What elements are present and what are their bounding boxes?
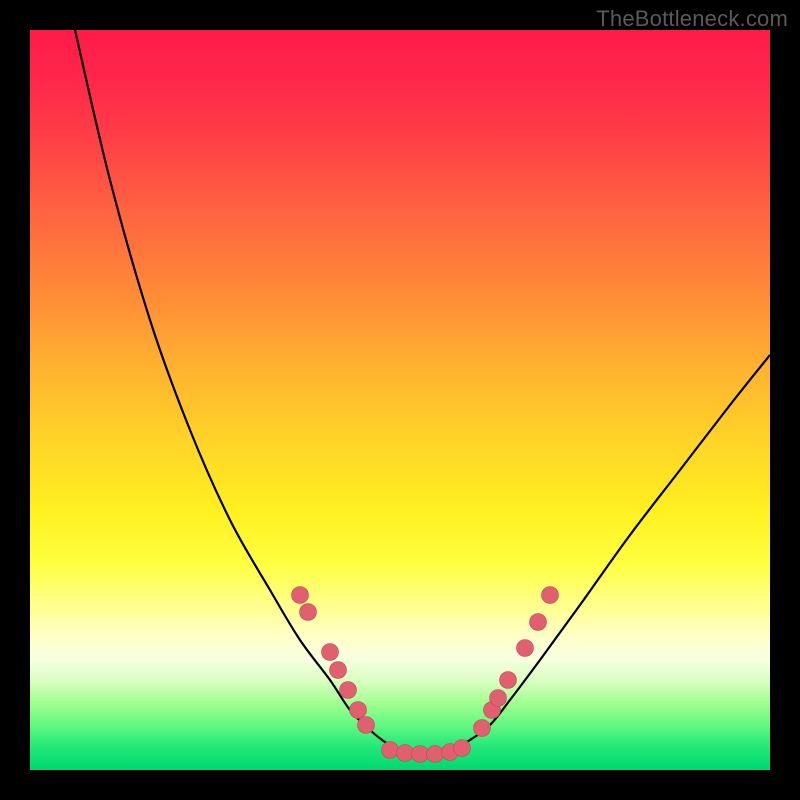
data-dot xyxy=(292,587,309,604)
data-dot xyxy=(322,644,339,661)
data-dot xyxy=(358,717,375,734)
data-dot xyxy=(500,672,517,689)
data-dot xyxy=(454,740,471,757)
data-dot xyxy=(330,662,347,679)
data-dot xyxy=(300,604,317,621)
data-dot xyxy=(517,640,534,657)
data-dot xyxy=(350,702,367,719)
data-dot xyxy=(427,746,444,763)
data-dot xyxy=(412,746,429,763)
chart-overlay xyxy=(30,30,770,770)
watermark-text: TheBottleneck.com xyxy=(596,6,788,32)
data-dot xyxy=(397,745,414,762)
data-dot xyxy=(382,742,399,759)
data-dot xyxy=(530,614,547,631)
data-dot xyxy=(542,587,559,604)
data-dot xyxy=(474,720,491,737)
data-dot xyxy=(340,682,357,699)
bottleneck-curve xyxy=(75,30,770,753)
data-dots xyxy=(292,587,559,763)
data-dot xyxy=(490,690,507,707)
